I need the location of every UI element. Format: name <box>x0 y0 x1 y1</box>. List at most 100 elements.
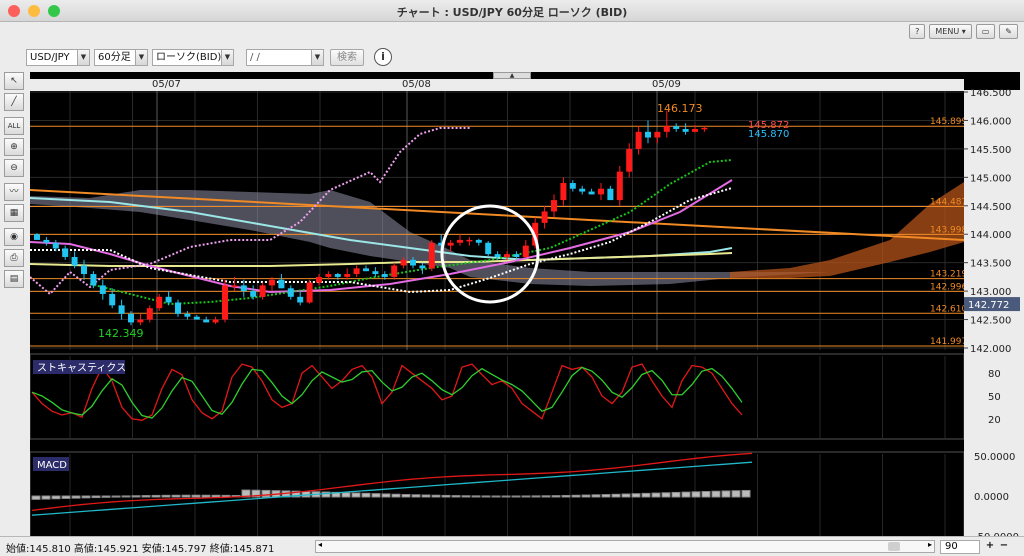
macd-bar <box>441 494 451 498</box>
macd-bar <box>151 494 161 498</box>
date-input-value: / / <box>250 52 260 63</box>
candle-body <box>457 239 463 243</box>
candle-body <box>137 319 144 323</box>
macd-bar <box>491 495 501 498</box>
price-tick-label: 144.000 <box>970 230 1011 241</box>
stochastic-title: ストキャスティクス <box>37 362 126 374</box>
candle-body <box>146 308 153 320</box>
zoom-out-tool-button[interactable]: ⊖ <box>4 159 24 177</box>
candle-body <box>287 288 294 297</box>
macd-bar <box>391 493 401 498</box>
info-button[interactable]: i <box>374 48 392 66</box>
eye-icon: ◉ <box>10 232 18 242</box>
candle-body <box>569 183 576 189</box>
candle-body <box>297 296 304 303</box>
multi-chart-tool-button[interactable]: ▦ <box>4 204 24 222</box>
price-tick-label: 146.500 <box>970 88 1011 99</box>
candle-body <box>654 131 661 138</box>
cursor-tool-button[interactable]: ↖ <box>4 72 24 90</box>
zoom-in-icon: ⊕ <box>10 142 18 152</box>
macd-bar <box>511 495 521 498</box>
scroll-right-icon[interactable]: ▸ <box>928 540 932 549</box>
candle-body <box>43 239 50 243</box>
date-input[interactable]: / / ▼ <box>246 49 324 66</box>
candle-body <box>381 274 388 277</box>
candle-body <box>240 285 247 292</box>
macd-bar <box>451 495 461 498</box>
zoom-out-button[interactable]: − <box>998 540 1010 554</box>
table-tool-button[interactable]: ▤ <box>4 270 24 288</box>
timeframe-select-value: 60分足 <box>98 52 131 63</box>
zoom-in-button[interactable]: + <box>984 540 996 554</box>
pair-select[interactable]: USD/JPY ▼ <box>26 49 90 66</box>
indicator-tool-button[interactable]: 〰 <box>4 183 24 201</box>
candle-body <box>673 126 680 129</box>
macd-bar <box>41 495 51 500</box>
stochastic-tick-label: 80 <box>988 369 1001 380</box>
scroll-thumb[interactable] <box>888 542 900 551</box>
candle-body <box>344 274 351 277</box>
search-button[interactable]: 検索 <box>330 49 364 66</box>
macd-bar <box>121 495 131 498</box>
select-all-tool-button[interactable]: ALL <box>4 117 24 135</box>
high-annotation: 146.173 <box>657 102 703 115</box>
candle-body <box>645 131 651 138</box>
main-price-panel <box>30 90 964 350</box>
macd-bar <box>431 494 441 498</box>
chart-type-select[interactable]: ローソク(BID) ▼ <box>152 49 234 66</box>
chart-window: チャート : USD/JPY 60分足 ローソク (BID) ? MENU ▾ … <box>0 0 1024 556</box>
zoom-select-value: 90 <box>945 541 958 552</box>
candle-body <box>551 200 557 212</box>
candle-body <box>52 242 59 249</box>
macd-bar <box>701 491 711 498</box>
low-annotation: 142.349 <box>98 327 144 340</box>
macd-bar <box>641 492 651 498</box>
print-tool-button[interactable]: ⎙ <box>4 249 24 267</box>
macd-bar <box>501 495 511 498</box>
window-mode-button[interactable]: ▭ <box>975 24 996 39</box>
candle-body <box>203 319 210 323</box>
chevron-down-icon: ▼ <box>135 50 147 65</box>
indicator-icon: 〰 <box>9 187 19 197</box>
pen-tool-button[interactable]: ╱ <box>4 93 24 111</box>
macd-bar <box>101 495 111 498</box>
macd-bar <box>711 490 721 498</box>
print-icon: ⎙ <box>10 253 18 263</box>
candle-body <box>701 127 708 130</box>
macd-bar <box>571 494 581 498</box>
chart-area[interactable]: 145.899 144.487 143.998 143.219 142.996 142.6… <box>29 72 1020 543</box>
macd-bar <box>561 494 571 498</box>
timeframe-select[interactable]: 60分足 ▼ <box>94 49 148 66</box>
candle-body <box>560 183 567 201</box>
candle-body <box>109 293 116 306</box>
date-label: 05/08 <box>402 79 431 90</box>
candle-body <box>222 285 228 320</box>
scroll-left-icon[interactable]: ◂ <box>318 540 322 549</box>
candle-body <box>259 285 266 297</box>
candle-body <box>607 188 614 201</box>
candle-body <box>212 319 219 323</box>
chart-scrollbar[interactable]: ◂ ▸ <box>315 540 935 553</box>
stochastic-tick-label: 20 <box>988 415 1001 426</box>
zoom-in-tool-button[interactable]: ⊕ <box>4 138 24 156</box>
pin-button[interactable]: ✎ <box>999 24 1018 39</box>
candle-body <box>250 291 257 297</box>
candle-body <box>391 265 398 277</box>
candle-body <box>71 256 78 266</box>
menu-button[interactable]: MENU ▾ <box>929 24 972 39</box>
macd-bar <box>731 490 741 498</box>
chart-canvas[interactable]: 145.899 144.487 143.998 143.219 142.996 142.6… <box>29 72 1020 543</box>
price-tick-label: 143.500 <box>970 259 1011 270</box>
macd-bar <box>181 494 191 498</box>
help-button[interactable]: ? <box>909 24 926 39</box>
collapse-toggle[interactable]: ▲ <box>493 72 531 79</box>
candle-body <box>682 128 689 132</box>
price-level-label: 142.996 <box>930 282 967 292</box>
visibility-tool-button[interactable]: ◉ <box>4 228 24 246</box>
price-axis: 146.500 146.000 145.500 145.000 144.500 144.0… <box>964 88 1020 355</box>
macd-bar <box>91 495 101 499</box>
macd-bar <box>361 492 371 498</box>
zoom-select[interactable]: 90 <box>940 540 980 554</box>
table-icon: ▤ <box>9 274 19 284</box>
candle-body <box>193 316 200 320</box>
